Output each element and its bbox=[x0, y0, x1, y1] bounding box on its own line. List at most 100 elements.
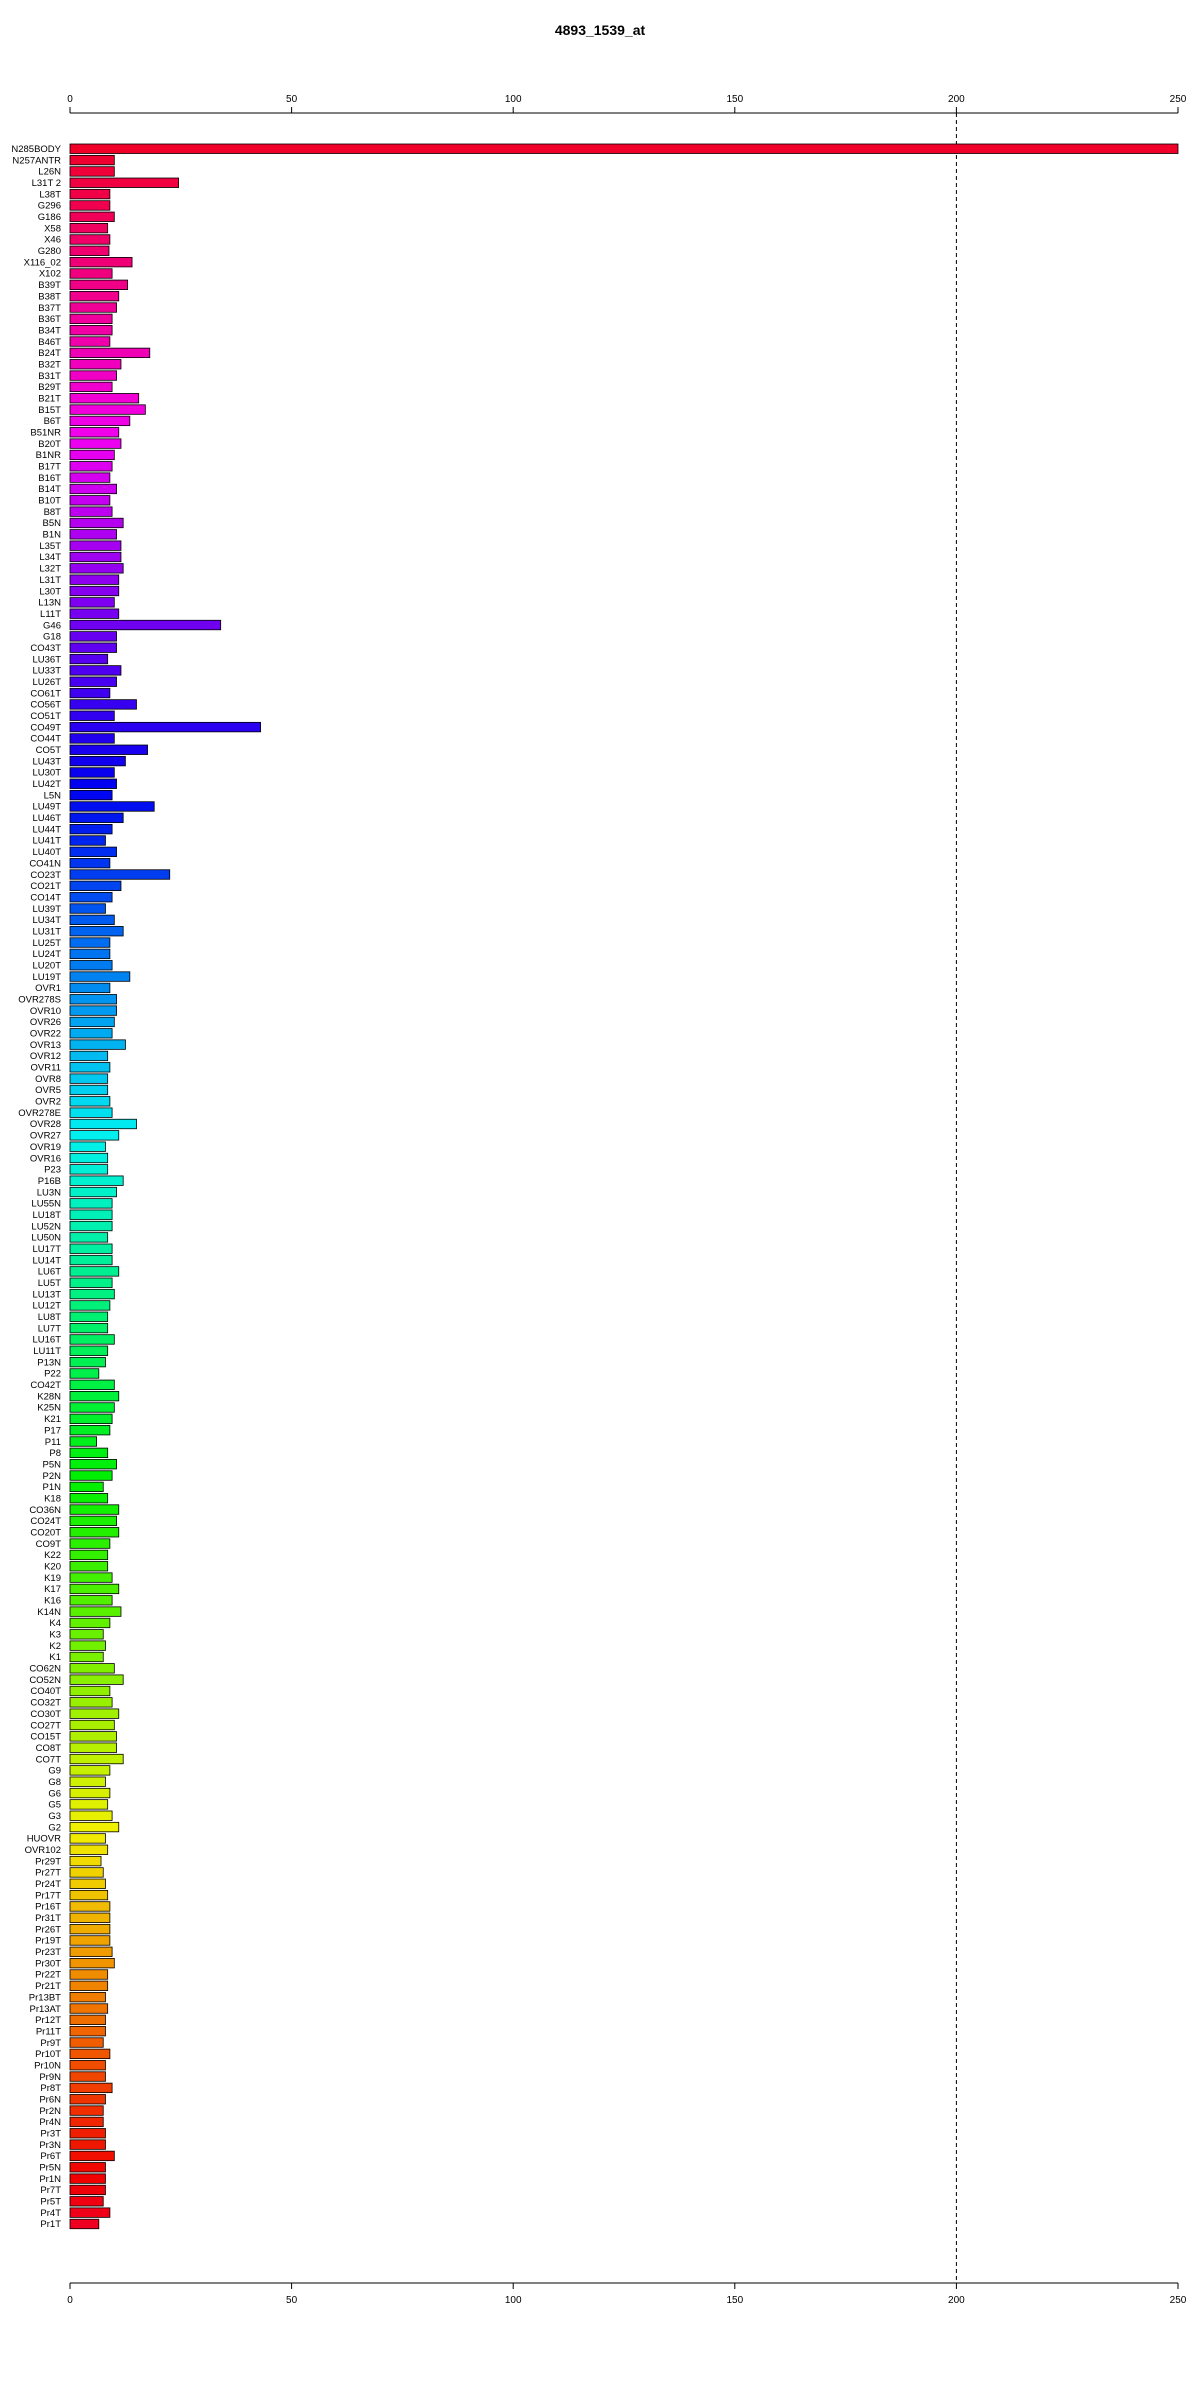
category-label: CO56T bbox=[30, 700, 61, 711]
category-label: Pr23T bbox=[35, 1947, 61, 1958]
bar bbox=[69, 2150, 115, 2162]
bar bbox=[69, 1368, 100, 1379]
category-label: OVR1 bbox=[35, 983, 61, 994]
bar bbox=[69, 393, 140, 404]
category-label: Pr3N bbox=[39, 2140, 61, 2151]
bar bbox=[69, 1379, 115, 1390]
category-label: Pr1T bbox=[40, 2219, 61, 2230]
bar bbox=[69, 1311, 109, 1322]
bar bbox=[69, 960, 113, 971]
bar bbox=[69, 2094, 106, 2105]
category-label: Pr5N bbox=[39, 2163, 61, 2174]
bar bbox=[69, 1685, 111, 1697]
bar bbox=[69, 438, 122, 449]
bar bbox=[69, 2003, 109, 2014]
category-label: LU16T bbox=[32, 1335, 61, 1346]
bar bbox=[69, 1016, 115, 1028]
bar bbox=[69, 971, 131, 982]
bar bbox=[69, 1028, 113, 1039]
bar bbox=[69, 687, 111, 699]
bar bbox=[69, 744, 148, 755]
bar bbox=[69, 1391, 120, 1402]
bar bbox=[69, 937, 111, 948]
bar bbox=[69, 1073, 109, 1084]
category-label: OVR278S bbox=[18, 995, 61, 1006]
bar bbox=[69, 1992, 106, 2003]
category-label: K21 bbox=[44, 1414, 61, 1425]
bar bbox=[69, 370, 117, 381]
bar bbox=[69, 347, 151, 359]
category-label: LU34T bbox=[32, 915, 61, 926]
bar bbox=[69, 2060, 106, 2071]
category-label: LU18T bbox=[32, 1210, 61, 1221]
bar bbox=[69, 1617, 111, 1629]
bar bbox=[69, 1243, 113, 1254]
bar bbox=[69, 1277, 113, 1288]
bar bbox=[69, 1050, 109, 1062]
category-label: B14T bbox=[38, 484, 61, 495]
category-label: Pr7T bbox=[40, 2185, 61, 2196]
bar bbox=[69, 359, 122, 370]
bar bbox=[69, 2048, 111, 2060]
bar bbox=[69, 1084, 109, 1096]
bar bbox=[69, 1629, 104, 1640]
bar bbox=[69, 1481, 104, 1493]
bar bbox=[69, 1175, 124, 1186]
bar bbox=[69, 1663, 115, 1674]
category-label: N257ANTR bbox=[12, 155, 61, 166]
bar bbox=[69, 1254, 113, 1266]
category-label: P16B bbox=[38, 1176, 61, 1187]
bar bbox=[69, 234, 111, 245]
bar bbox=[69, 1107, 113, 1118]
bar bbox=[69, 1595, 113, 1606]
bar bbox=[69, 755, 126, 767]
bar bbox=[69, 1039, 126, 1050]
bar bbox=[69, 2162, 106, 2173]
bar bbox=[69, 1889, 109, 1901]
category-label: B34T bbox=[38, 325, 61, 336]
category-label: OVR26 bbox=[30, 1017, 61, 1028]
bar bbox=[69, 177, 179, 188]
category-label: B6T bbox=[44, 416, 62, 427]
category-label: CO61T bbox=[30, 688, 61, 699]
bar bbox=[69, 200, 111, 211]
bar bbox=[69, 1810, 113, 1821]
bar bbox=[69, 2207, 111, 2218]
category-label: LU7T bbox=[38, 1323, 61, 1334]
category-label: B1N bbox=[43, 530, 62, 541]
category-label: CO41N bbox=[29, 858, 61, 869]
bar bbox=[69, 824, 113, 835]
category-label: B20T bbox=[38, 439, 61, 450]
bar bbox=[69, 1697, 113, 1708]
category-label: B32T bbox=[38, 359, 61, 370]
category-label: K28N bbox=[37, 1391, 61, 1402]
category-label: LU25T bbox=[32, 938, 61, 949]
category-label: X58 bbox=[44, 223, 61, 234]
bar bbox=[69, 642, 117, 653]
x-tick-label-top: 200 bbox=[948, 94, 965, 105]
bar bbox=[69, 1413, 113, 1424]
bar bbox=[69, 880, 122, 891]
category-label: LU14T bbox=[32, 1255, 61, 1266]
category-label: CO30T bbox=[30, 1709, 61, 1720]
bar bbox=[69, 2026, 106, 2037]
bar bbox=[69, 1923, 111, 1935]
category-label: LU43T bbox=[32, 756, 61, 767]
bar bbox=[69, 1322, 109, 1334]
category-label: LU3N bbox=[37, 1187, 61, 1198]
bar bbox=[69, 268, 113, 279]
bar bbox=[69, 313, 113, 325]
category-label: Pr2N bbox=[39, 2106, 61, 2117]
bar bbox=[69, 608, 120, 619]
category-label: B37T bbox=[38, 303, 61, 314]
category-label: L31T 2 bbox=[32, 178, 61, 189]
category-label: Pr29T bbox=[35, 1856, 61, 1867]
category-label: OVR278E bbox=[18, 1108, 61, 1119]
bar bbox=[69, 1583, 120, 1595]
bar bbox=[69, 1515, 117, 1527]
category-label: CO36N bbox=[29, 1505, 61, 1516]
category-label: CO8T bbox=[36, 1743, 62, 1754]
category-label: L11T bbox=[40, 609, 61, 620]
category-label: K19 bbox=[44, 1573, 61, 1584]
category-label: Pr11T bbox=[36, 2026, 61, 2037]
